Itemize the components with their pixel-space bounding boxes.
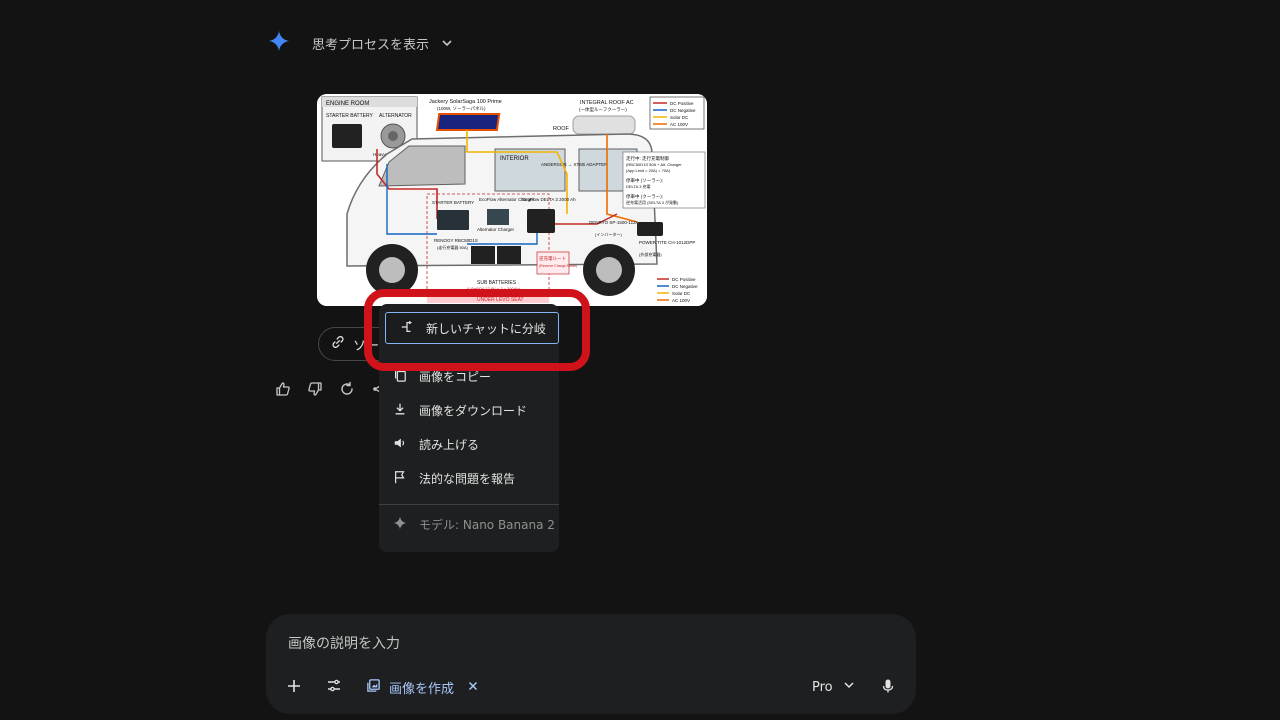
roof-ac-sub: (一体型ルーフクーラー) [579,106,627,113]
download-icon [393,402,407,419]
tools-icon[interactable] [324,676,344,696]
prompt-box: 画像を作成 Pro [266,614,916,714]
legend-solar-dc: Solar DC [670,115,689,120]
note3b: 逆充電活用 (DELTA 3 が発動) [626,199,679,205]
note1c: (App Limit = 20A) = 70A) [626,168,671,173]
legend2-dc-positive: DC Positive [672,277,696,282]
speaker-icon [393,436,407,453]
menu-item-label: 読み上げる [419,437,480,452]
sparkle-icon [393,516,407,533]
legend2-solar-dc: Solar DC [672,291,691,296]
model-label: モデル: Nano Banana 2 [419,518,555,532]
microphone-icon[interactable] [878,676,898,696]
menu-item-read-aloud[interactable]: 読み上げる [379,428,559,460]
response-actions [274,380,388,398]
renogy-sub: (走行充電器 50A) [437,244,469,250]
menu-item-download-image[interactable]: 画像をダウンロード [379,394,559,426]
plus-icon[interactable] [284,676,304,696]
image-icon [366,678,381,697]
denryo-label: DENRYO SP-1500-112A [589,220,639,225]
starter-battery2-label: STARTER BATTERY [432,200,474,205]
starter-battery-label: STARTER BATTERY [326,113,374,119]
regenerate-icon[interactable] [338,380,356,398]
legend2-ac-100v: AC 100V [672,298,690,303]
denryo-sub: (インバーター) [595,231,622,237]
close-icon[interactable] [468,680,478,695]
thinking-toggle[interactable]: 思考プロセスを表示 [268,30,455,56]
legend-ac-100v: AC 100V [670,122,688,127]
menu-divider [379,504,559,505]
engine-room-label: ENGINE ROOM [326,101,369,107]
create-image-label: 画像を作成 [389,681,455,697]
renogy-label: RENOGY RBC50D1S [434,238,478,243]
flag-icon [393,470,407,487]
generated-image[interactable]: ENGINE ROOM STARTER BATTERY ALTERNATOR H… [317,94,707,306]
power-tite-sub: (外部充電器) [639,251,662,257]
chevron-down-icon [843,679,855,695]
solar-title: Jackery SolarSaga 100 Prime [429,99,502,105]
model-selector[interactable]: Pro [812,674,855,700]
link-icon [331,335,345,353]
note2: 停車中 (ソーラー): [626,177,663,184]
thinking-label: 思考プロセスを表示 [312,37,430,53]
note1b: (RBC50D1S 50A + Alt. Charger [626,162,682,167]
prompt-input[interactable] [286,632,890,656]
roof-ac-label: INTEGRAL ROOF AC [580,100,634,106]
interior-label: INTERIOR [500,156,529,162]
menu-item-label: 画像をダウンロード [419,403,528,418]
note2b: DELTA 3 充電 [626,183,651,189]
menu-item-label: 法的な問題を報告 [419,471,516,486]
legend-dc-positive: DC Positive [670,101,694,106]
note3: 停車中 (クーラー): [626,193,663,200]
ecoflow-delta-label: EcoFlow DELTA 3 2000 Ah [522,197,576,202]
create-image-chip[interactable]: 画像を作成 [366,674,478,700]
alt-charger-label: Alternator Charger [477,227,515,232]
model-selector-label: Pro [812,679,833,695]
reverse-charge-label: 逆充電ルート [539,255,566,262]
anderson-label: ANDERSON → XT60i ADAPTER [541,162,608,167]
menu-model-info: モデル: Nano Banana 2 [393,516,555,533]
note1: 走行中: 走行充電制御 [626,155,669,162]
thumbs-up-icon[interactable] [274,380,292,398]
sparkle-icon [268,30,290,56]
chevron-down-icon [439,35,455,51]
legend-dc-negative: DC Negative [670,108,696,113]
thumbs-down-icon[interactable] [306,380,324,398]
legend2-dc-negative: DC Negative [672,284,698,289]
power-tite-label: POWER TITE CH-1012DPP [639,240,695,245]
menu-item-report-legal[interactable]: 法的な問題を報告 [379,462,559,494]
reverse-charge-sub: (Reverse Charge Route) [539,264,577,268]
roof-label: ROOF [553,126,570,132]
alternator-label: ALTERNATOR [379,113,412,119]
highlight-annotation [364,289,590,371]
